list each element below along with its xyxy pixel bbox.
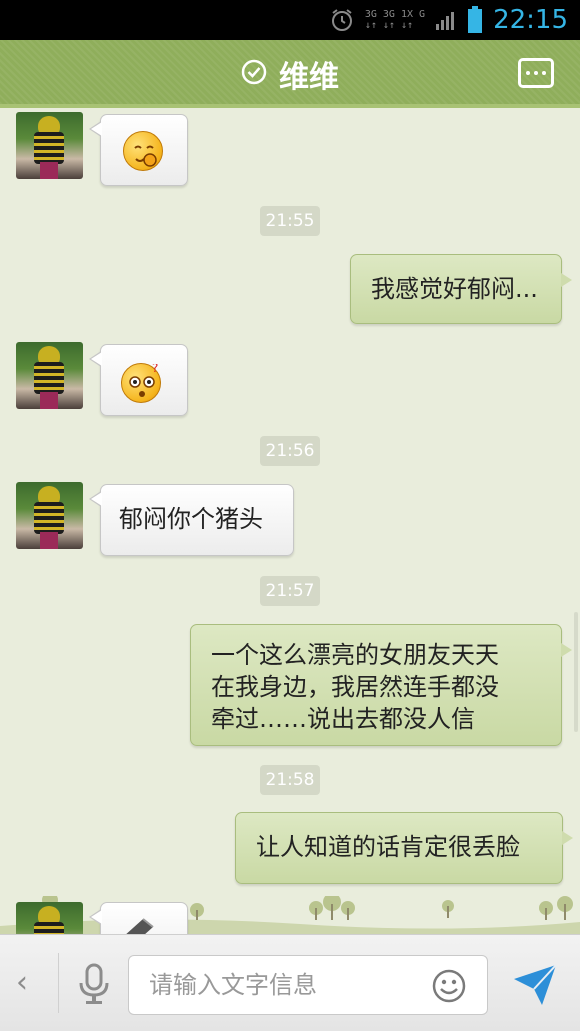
status-bar: 3G 3G 1X G ↓↑ ↓↑ ↓↑ 22:15: [0, 0, 580, 40]
chat-title: 维维: [279, 60, 339, 95]
message-bubble-outgoing[interactable]: 我感觉好郁闷...: [350, 254, 572, 324]
message-bubble-incoming[interactable]: ?: [89, 344, 188, 416]
signal-icon: [435, 9, 457, 31]
back-chevron-icon[interactable]: ‹: [16, 965, 28, 1000]
contact-avatar[interactable]: [16, 482, 83, 549]
message-bubble-incoming[interactable]: 郁闷你个猪头: [89, 484, 294, 556]
status-time: 22:15: [493, 5, 568, 35]
blush-emoji-icon: [123, 131, 163, 171]
image-thumbnail-icon: [126, 918, 154, 934]
title-bar: 维维: [0, 40, 580, 108]
message-text: 郁闷你个猪头: [119, 505, 263, 533]
message-text-line: 在我身边，我居然连手都没: [211, 673, 499, 701]
smiley-icon[interactable]: [432, 969, 466, 1007]
message-text: 让人知道的话肯定很丢脸: [256, 833, 520, 861]
timestamp: 21:57: [260, 576, 320, 606]
message-bubble-outgoing[interactable]: 一个这么漂亮的女朋友天天 在我身边，我居然连手都没 牵过……说出去都没人信: [190, 624, 572, 746]
ground-decoration: [0, 896, 580, 934]
alarm-icon: [329, 7, 355, 33]
chat-area[interactable]: 21:55 我感觉好郁闷... ? 21:56 郁闷你个猪头 21:57 一个这…: [0, 112, 580, 934]
network-type-label: 3G 3G 1X G: [364, 9, 426, 20]
confused-emoji-icon: ?: [121, 363, 161, 403]
contact-avatar[interactable]: [16, 112, 83, 179]
more-menu-button[interactable]: [518, 58, 554, 88]
message-text-line: 牵过……说出去都没人信: [211, 705, 475, 733]
divider: [58, 953, 59, 1013]
message-bubble-incoming[interactable]: [89, 114, 188, 186]
network-icon: 3G 3G 1X G ↓↑ ↓↑ ↓↑: [365, 9, 425, 31]
battery-icon: [467, 6, 483, 34]
timestamp: 21:58: [260, 765, 320, 795]
message-text: 我感觉好郁闷...: [371, 275, 538, 303]
contact-avatar[interactable]: [16, 902, 83, 934]
send-icon[interactable]: [512, 963, 558, 1011]
svg-text:?: ?: [152, 364, 158, 375]
timestamp: 21:55: [260, 206, 320, 236]
chat-scrollbar[interactable]: [574, 612, 578, 732]
network-activity-label: ↓↑ ↓↑ ↓↑: [364, 20, 414, 31]
microphone-icon[interactable]: [76, 963, 112, 1009]
message-bubble-outgoing[interactable]: 让人知道的话肯定很丢脸: [235, 812, 573, 884]
check-circle-icon: [241, 59, 267, 89]
message-bubble-incoming[interactable]: [89, 902, 188, 934]
contact-avatar[interactable]: [16, 342, 83, 409]
more-icon: [526, 71, 530, 75]
timestamp: 21:56: [260, 436, 320, 466]
message-text-line: 一个这么漂亮的女朋友天天: [211, 641, 499, 669]
input-bar: ‹ 请输入文字信息: [0, 934, 580, 1031]
